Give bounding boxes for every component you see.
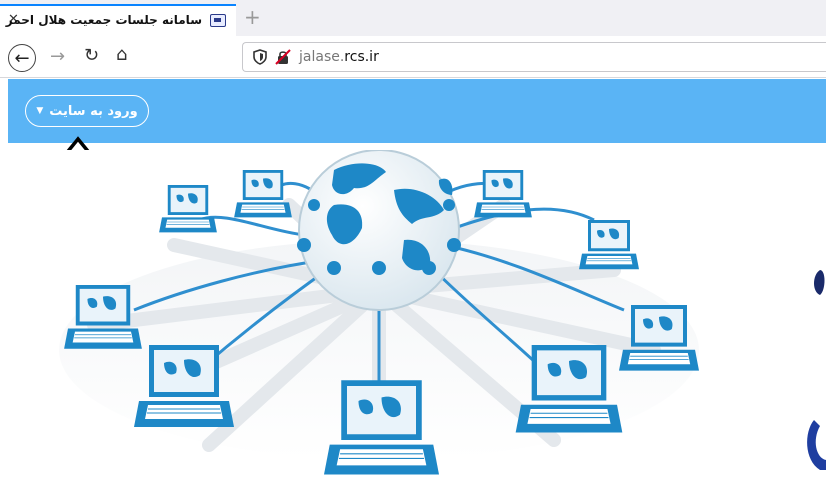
back-arrow-icon[interactable]: ← <box>8 44 36 72</box>
address-bar[interactable]: jalase.rcs.ir <box>242 42 826 72</box>
site-favicon-icon <box>210 14 226 27</box>
tab-title: سامانه جلسات جمعیت هلال احمر <box>5 13 202 27</box>
login-button-label: ورود به سایت <box>49 103 138 119</box>
partial-logo-graphic <box>807 270 826 470</box>
url-text: jalase.rcs.ir <box>299 49 379 65</box>
caret-down-icon: ▼ <box>36 106 44 116</box>
globe-network-illustration <box>34 150 724 500</box>
site-header: ▼ ورود به سایت <box>8 79 826 143</box>
plus-icon[interactable]: + <box>244 7 261 27</box>
forward-arrow-icon[interactable]: → <box>50 46 65 67</box>
url-domain: rcs.ir <box>344 49 379 65</box>
home-icon[interactable]: ⌂ <box>116 44 127 65</box>
reload-icon[interactable]: ↻ <box>84 45 99 66</box>
browser-navigation-bar: ← → ↻ ⌂ jalase.rcs.ir <box>0 36 826 78</box>
login-dropdown-button[interactable]: ▼ ورود به سایت <box>25 95 149 127</box>
browser-tab[interactable]: ✕ سامانه جلسات جمعیت هلال احمر <box>0 4 236 36</box>
insecure-lock-icon[interactable] <box>275 49 291 65</box>
browser-tab-strip: ✕ سامانه جلسات جمعیت هلال احمر + <box>0 0 826 36</box>
url-subdomain: jalase. <box>299 49 345 65</box>
tracking-shield-icon[interactable] <box>253 49 267 65</box>
